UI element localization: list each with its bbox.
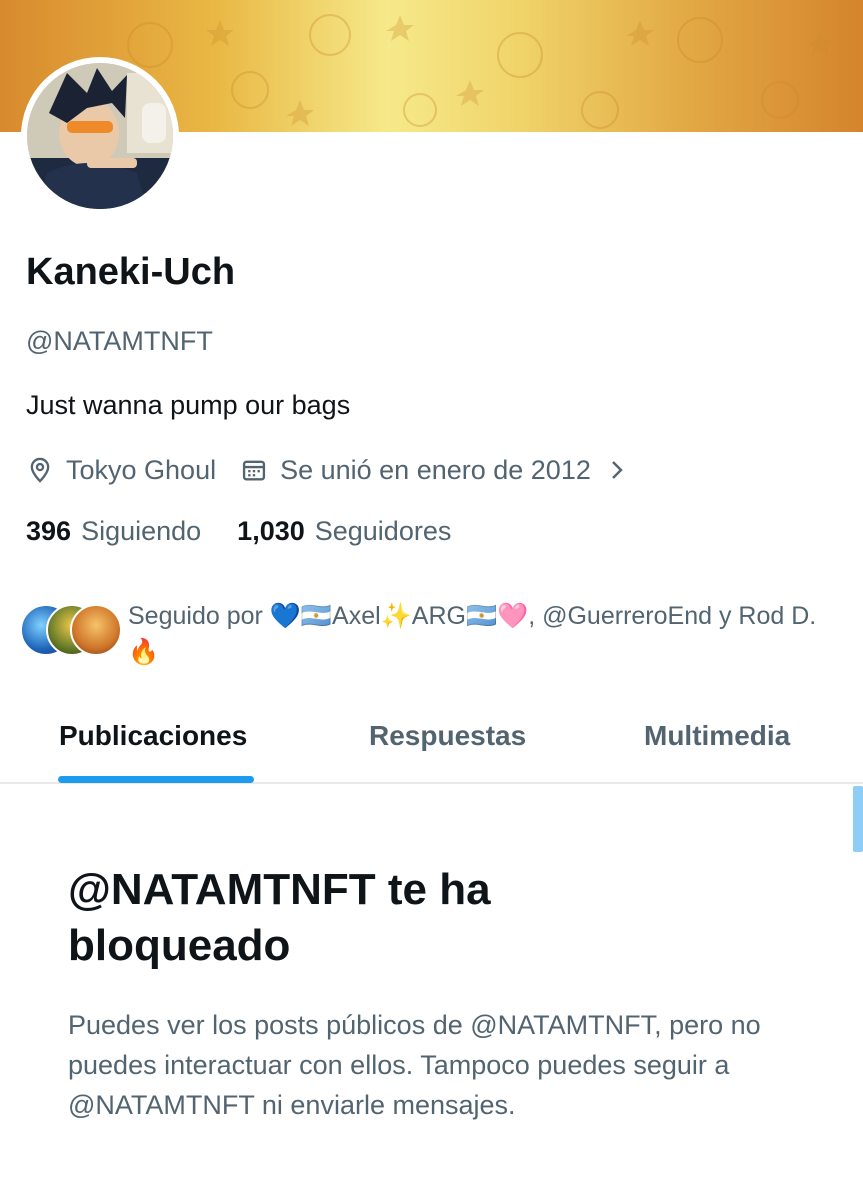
followed-by-text: Seguido por 💙🇦🇷Axel✨ARG🇦🇷🩷, @GuerreroEnd… (128, 602, 817, 666)
location-item: Tokyo Ghoul (26, 455, 216, 486)
following-stat[interactable]: 396 Siguiendo (26, 516, 201, 547)
tab-respuestas[interactable]: Respuestas (369, 720, 526, 752)
calendar-icon (240, 456, 268, 484)
joined-item[interactable]: Se unió en enero de 2012 (240, 455, 627, 486)
following-label: Siguiendo (81, 516, 202, 546)
followed-by[interactable]: Seguido por 💙🇦🇷Axel✨ARG🇦🇷🩷, @GuerreroEnd… (20, 598, 840, 670)
location-text: Tokyo Ghoul (66, 454, 217, 485)
followers-label: Seguidores (314, 516, 452, 546)
followers-count: 1,030 (237, 516, 305, 546)
profile-bio: Just wanna pump our bags (26, 390, 351, 420)
scrollbar[interactable] (853, 786, 863, 852)
chevron-right-icon[interactable] (607, 456, 627, 484)
tab-publicaciones[interactable]: Publicaciones (59, 720, 247, 752)
followers-stat[interactable]: 1,030 Seguidores (237, 516, 451, 547)
profile-avatar[interactable] (21, 57, 179, 215)
blocked-title: @NATAMTNFT te ha bloqueado (68, 865, 491, 970)
profile-meta: Tokyo Ghoul Se unió en enero de 2012 (26, 452, 627, 488)
following-count: 396 (26, 516, 72, 546)
active-tab-indicator (58, 776, 254, 783)
follower-avatar (70, 604, 122, 656)
profile-tabs: Publicaciones Respuestas Multimedia (0, 700, 863, 784)
tab-multimedia[interactable]: Multimedia (644, 720, 790, 752)
display-name: Kaneki-Uch (26, 251, 236, 293)
joined-text: Se unió en enero de 2012 (280, 454, 591, 485)
follower-avatars (20, 604, 122, 660)
avatar-image (27, 63, 173, 209)
blocked-description: Puedes ver los posts públicos de @NATAMT… (68, 1010, 761, 1120)
profile-page: Kaneki-Uch @NATAMTNFT Just wanna pump ou… (0, 0, 863, 1200)
location-pin-icon (26, 456, 54, 484)
follow-stats: 396 Siguiendo 1,030 Seguidores (26, 516, 451, 547)
profile-handle: @NATAMTNFT (26, 326, 213, 356)
